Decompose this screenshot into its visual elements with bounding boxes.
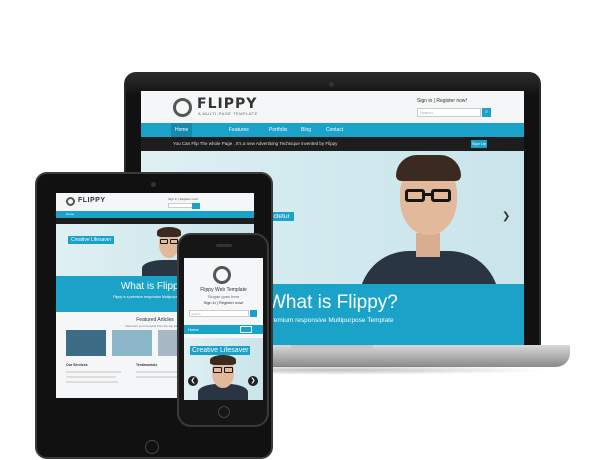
nav-item-blog[interactable]: Blog: [301, 123, 311, 137]
hamburger-menu-icon[interactable]: [240, 326, 252, 333]
nav-item-contact[interactable]: Contact: [326, 123, 343, 137]
logo-ring-icon: [66, 197, 75, 206]
about-title: What is Flippy?: [268, 292, 398, 313]
ticker-bar: You Can Flip The whole Page , It's a new…: [141, 137, 524, 151]
phone-search-input[interactable]: Search: [189, 310, 249, 317]
tablet-site-logo[interactable]: FLIPPY: [78, 197, 106, 204]
phone-search-button[interactable]: [250, 310, 257, 317]
our-services-title: Our Services: [66, 363, 88, 367]
phone-site-title: Flippy Web Template: [200, 287, 247, 293]
tablet-menu-icon[interactable]: [192, 203, 200, 209]
search-button[interactable]: ⌕: [482, 108, 491, 117]
webcam-icon: [329, 82, 334, 87]
phone-login-links[interactable]: Sign in | Register now!: [184, 300, 263, 305]
slider-next-icon[interactable]: ❯: [502, 211, 510, 222]
tablet-hero-glasses-left: [160, 239, 168, 244]
slider-prev-icon[interactable]: ❮: [188, 376, 198, 386]
device-mockup-stage: FLIPPY A MULTI-PAGE TEMPLATE Sign in | R…: [0, 0, 614, 460]
site-logo[interactable]: FLIPPY: [197, 96, 257, 112]
text-placeholder-line: [66, 376, 116, 378]
phone-nav: Home: [184, 325, 263, 334]
tablet-site-header: FLIPPY Sign in | Register now!: [56, 193, 254, 211]
login-links[interactable]: Sign in | Register now!: [417, 98, 467, 104]
text-placeholder-line: [66, 381, 118, 383]
tablet-nav-home[interactable]: Home: [66, 211, 74, 218]
text-placeholder-line: [66, 371, 121, 373]
tablet-camera-icon: [151, 182, 156, 187]
main-nav: Home Features Portfolio Blog Contact: [141, 123, 524, 137]
phone-hero: Creative Lifesaver ❮ ❯: [184, 338, 263, 400]
article-card[interactable]: [112, 330, 152, 356]
hero-glasses-right: [431, 189, 451, 202]
tablet-nav: Home: [56, 211, 254, 218]
phone-home-button[interactable]: [218, 406, 230, 418]
testimonials-title: Testimonials: [136, 363, 158, 367]
ticker-text: You Can Flip The whole Page , It's a new…: [173, 141, 338, 146]
sign-up-button[interactable]: Sign Up: [471, 140, 487, 148]
site-header: FLIPPY A MULTI-PAGE TEMPLATE Sign in | R…: [141, 91, 524, 123]
site-logo-subtitle: A MULTI-PAGE TEMPLATE: [198, 111, 258, 116]
hero-glasses-bridge: [424, 193, 432, 196]
hero-glasses-left: [405, 189, 425, 202]
tablet-hero-person-hair: [157, 227, 181, 237]
logo-ring-icon: [213, 266, 231, 284]
phone-hero-glasses-right: [224, 367, 233, 373]
phone-site-tagline: Slogan goes here: [207, 294, 240, 299]
hero-person-hair: [396, 155, 461, 181]
article-card[interactable]: [66, 330, 106, 356]
slider-next-icon[interactable]: ❯: [248, 376, 258, 386]
hero-person-neck: [416, 233, 440, 257]
nav-item-portfolio[interactable]: Portfolio: [269, 123, 287, 137]
search-input[interactable]: Search: [417, 108, 481, 117]
phone-nav-home[interactable]: Home: [188, 325, 199, 334]
phone-hero-title: Creative Lifesaver: [190, 346, 251, 355]
phone-hero-person-hair: [210, 355, 236, 365]
phone-speaker-icon: [216, 244, 232, 247]
tablet-hero-title: Creative Lifesaver: [68, 236, 115, 244]
nav-item-features[interactable]: Features: [229, 123, 249, 137]
search-icon: ⌕: [485, 109, 488, 115]
logo-ring-icon: [173, 98, 192, 117]
phone-screen: Flippy Web Template Slogan goes here Sig…: [184, 258, 263, 400]
nav-item-home[interactable]: Home: [171, 123, 193, 137]
tablet-login-links[interactable]: Sign in | Register now!: [168, 197, 198, 201]
tablet-home-button[interactable]: [145, 440, 159, 454]
phone-hero-glasses-left: [213, 367, 222, 373]
about-subtitle: premium responsive Multipurpose Template: [268, 317, 394, 324]
